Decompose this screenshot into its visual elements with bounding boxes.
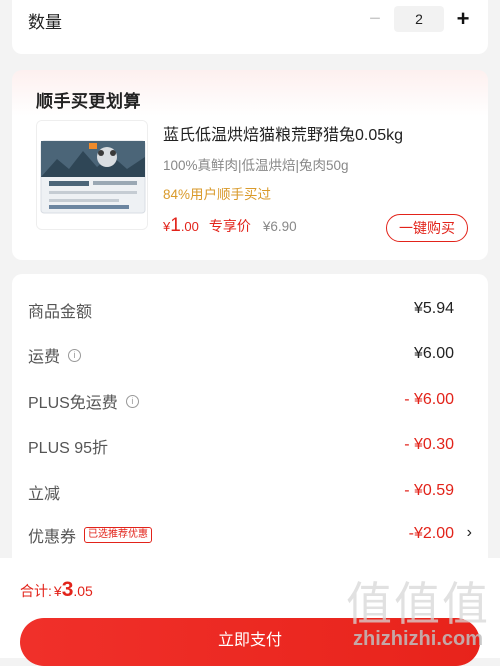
checkout-bar: 合计: ¥ 3 .05 立即支付 值值值 zhizhizhi.com <box>0 558 500 666</box>
plus-discount-value: - ¥0.30 <box>404 436 454 453</box>
shipping-label: 运费 i <box>28 343 82 367</box>
shipping-value: ¥6.00 <box>413 345 454 362</box>
original-price: ¥6.90 <box>262 219 297 234</box>
upsell-title: 顺手买更划算 <box>36 92 141 111</box>
quantity-label: 数量 <box>28 13 62 32</box>
watermark-logo: 值值值 <box>346 578 490 630</box>
goods-amount-label: 商品金额 <box>28 304 93 321</box>
quantity-card: 数量 − 2 + <box>12 0 488 54</box>
total-currency: ¥ <box>53 583 62 599</box>
plus-free-shipping-value: - ¥6.00 <box>404 391 454 408</box>
instant-discount-value: - ¥0.59 <box>404 482 454 499</box>
price-decimal: .00 <box>180 219 199 234</box>
price-integer: 1 <box>170 215 181 236</box>
watermark: 值值值 zhizhizhi.com <box>346 580 490 650</box>
plus-free-shipping-label: PLUS免运费 i <box>28 389 139 413</box>
watermark-text: zhizhizhi.com <box>353 628 483 650</box>
product-image[interactable] <box>36 120 148 230</box>
total-integer: 3 <box>61 578 74 601</box>
price-currency: ¥ <box>163 219 171 234</box>
product-purchase-stat: 84%用户顺手买过 <box>163 187 272 202</box>
upsell-card: 顺手买更划算 蓝氏低温烘焙猫粮荒野猎兔0.05kg 100%真鲜肉|低温烘焙|兔… <box>12 70 488 260</box>
summary-row-shipping: 运费 i ¥6.00 <box>28 343 472 369</box>
order-summary-card: 商品金额 ¥5.94 运费 i ¥6.00 PLUS免运费 i - ¥6.00 PL… <box>12 274 488 574</box>
goods-amount-value: ¥5.94 <box>413 300 454 317</box>
quantity-value[interactable]: 2 <box>394 6 444 32</box>
summary-row-coupon[interactable]: 优惠券 已选推荐优惠 -¥2.00 › <box>28 523 472 549</box>
total-label: 合计: <box>20 583 52 599</box>
coupon-recommended-badge: 已选推荐优惠 <box>84 527 153 543</box>
instant-discount-label: 立减 <box>28 486 61 503</box>
product-name[interactable]: 蓝氏低温烘焙猫粮荒野猎兔0.05kg <box>163 121 403 145</box>
info-icon[interactable]: i <box>125 394 139 408</box>
product-price-row: ¥ 1 .00 专享价 ¥6.90 <box>163 215 297 239</box>
info-icon[interactable]: i <box>68 348 82 362</box>
chevron-right-icon[interactable]: › <box>467 524 472 542</box>
quantity-stepper: − 2 + <box>364 6 474 32</box>
minus-icon[interactable]: − <box>364 6 386 32</box>
total-decimal: .05 <box>73 583 93 599</box>
summary-row-goods-amount: 商品金额 ¥5.94 <box>28 298 472 324</box>
coupon-value: -¥2.00 <box>408 525 454 542</box>
summary-row-instant-discount: 立减 - ¥0.59 <box>28 480 472 506</box>
order-total: 合计: ¥ 3 .05 <box>20 578 93 602</box>
summary-row-plus-free-shipping: PLUS免运费 i - ¥6.00 <box>28 389 472 415</box>
coupon-label: 优惠券 已选推荐优惠 <box>28 523 153 547</box>
one-click-buy-button[interactable]: 一键购买 <box>386 214 468 242</box>
plus-discount-label: PLUS 95折 <box>28 440 109 457</box>
plus-icon[interactable]: + <box>452 6 474 32</box>
cat-food-package-icon <box>37 121 147 229</box>
product-description: 100%真鲜肉|低温烘焙|兔肉50g <box>163 158 349 173</box>
exclusive-price-tag: 专享价 <box>208 218 251 234</box>
summary-row-plus-discount: PLUS 95折 - ¥0.30 <box>28 434 472 460</box>
